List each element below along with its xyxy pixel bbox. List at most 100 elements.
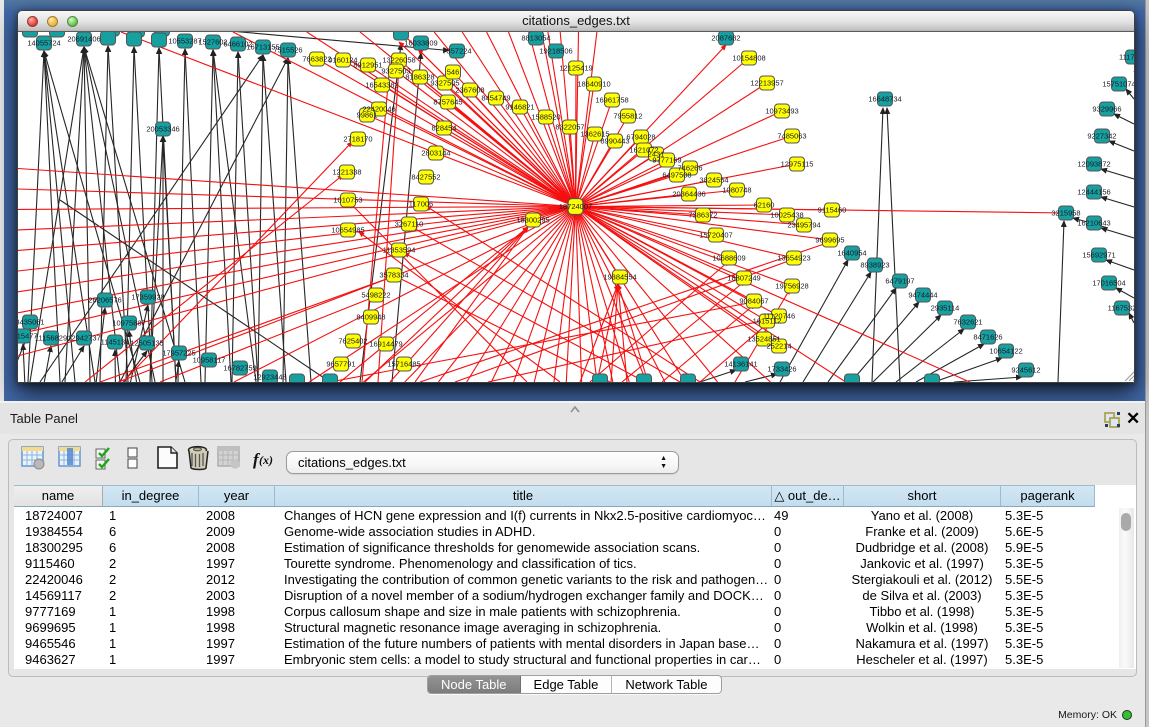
svg-text:9146821: 9146821 [505, 102, 534, 111]
svg-text:19756928: 19756928 [775, 281, 808, 290]
svg-text:13654923: 13654923 [777, 253, 810, 262]
svg-text:9084067: 9084067 [739, 296, 768, 305]
svg-text:12942737: 12942737 [67, 333, 100, 342]
svg-text:15751074: 15751074 [1102, 79, 1134, 88]
svg-text:10975887: 10975887 [112, 318, 145, 327]
svg-text:12213957: 12213957 [750, 78, 783, 87]
svg-text:19218506: 19218506 [539, 46, 572, 55]
svg-text:546: 546 [447, 67, 460, 76]
svg-text:99861: 99861 [357, 110, 378, 119]
svg-text:19384554: 19384554 [603, 272, 636, 281]
svg-text:7515526: 7515526 [273, 45, 302, 54]
svg-text:8409948: 8409948 [356, 312, 385, 321]
svg-text:14055724: 14055724 [27, 38, 60, 47]
svg-text:2718170: 2718170 [343, 134, 372, 143]
svg-text:3267110: 3267110 [395, 219, 424, 228]
svg-text:7955812: 7955812 [613, 111, 642, 120]
svg-text:12923448: 12923448 [253, 372, 286, 381]
svg-text:18640910: 18640910 [577, 79, 610, 88]
svg-text:252214: 252214 [766, 341, 791, 350]
svg-text:12444156: 12444156 [1077, 187, 1110, 196]
svg-text:6794028: 6794028 [626, 132, 655, 141]
svg-text:16782759: 16782759 [223, 363, 256, 372]
svg-text:10688609: 10688609 [712, 253, 745, 262]
svg-text:7386372: 7386372 [688, 210, 717, 219]
svg-text:7632621: 7632621 [953, 317, 982, 326]
svg-text:8471626: 8471626 [973, 332, 1002, 341]
svg-text:1167532: 1167532 [1108, 303, 1134, 312]
svg-text:7625402: 7625402 [338, 336, 367, 345]
svg-text:10654985: 10654985 [331, 225, 364, 234]
svg-text:17957225: 17957225 [162, 348, 195, 357]
svg-text:9227342: 9227342 [1087, 131, 1116, 140]
svg-text:9474444: 9474444 [908, 290, 937, 299]
svg-text:17016504: 17016504 [1092, 278, 1125, 287]
svg-text:15716485: 15716485 [387, 359, 420, 368]
svg-text:10553287: 10553287 [168, 36, 201, 45]
svg-text:8813054: 8813054 [521, 33, 550, 42]
svg-text:1080748: 1080748 [722, 185, 751, 194]
svg-text:17359928: 17359928 [131, 292, 164, 301]
svg-text:8435061: 8435061 [18, 317, 45, 326]
svg-text:1010753: 1010753 [333, 195, 362, 204]
svg-text:3578334: 3578334 [379, 270, 408, 279]
svg-text:1117312: 1117312 [1119, 52, 1134, 61]
svg-text:2367608: 2367608 [455, 85, 484, 94]
svg-text:9329966: 9329966 [1092, 104, 1121, 113]
svg-text:13226058: 13226058 [382, 55, 415, 64]
svg-text:18807249: 18807249 [727, 273, 760, 282]
svg-text:10958117: 10958117 [193, 355, 226, 364]
svg-text:7357224: 7357224 [442, 46, 471, 55]
svg-text:20053346: 20053346 [146, 124, 179, 133]
svg-text:1588520: 1588520 [531, 112, 560, 121]
svg-text:6497508: 6497508 [662, 170, 691, 179]
svg-text:16914479: 16914479 [369, 339, 402, 348]
svg-text:16210643: 16210643 [1077, 218, 1110, 227]
svg-text:(x): (x) [259, 453, 273, 467]
svg-text:1615112: 1615112 [753, 316, 782, 325]
svg-text:14136141: 14136141 [724, 359, 757, 368]
svg-text:10154808: 10154808 [732, 53, 765, 62]
svg-text:6479197: 6479197 [885, 276, 914, 285]
svg-text:12505135: 12505135 [130, 338, 163, 347]
svg-text:18300295: 18300295 [516, 215, 549, 224]
svg-text:2935114: 2935114 [931, 303, 960, 312]
svg-text:15692971: 15692971 [1082, 250, 1115, 259]
svg-text:1733426: 1733426 [767, 364, 796, 373]
svg-text:12125419: 12125419 [559, 63, 592, 72]
svg-text:9657791: 9657791 [326, 359, 355, 368]
svg-text:8454749: 8454749 [481, 93, 510, 102]
svg-text:3215958: 3215958 [1051, 208, 1080, 217]
svg-text:3824554: 3824554 [699, 175, 728, 184]
svg-text:10654122: 10654122 [989, 346, 1022, 355]
svg-text:9115460: 9115460 [818, 205, 847, 214]
svg-text:2087682: 2087682 [711, 33, 740, 42]
svg-text:26206576: 26206576 [88, 295, 121, 304]
svg-text:8938923: 8938923 [860, 260, 889, 269]
svg-text:8912951: 8912951 [353, 60, 382, 69]
svg-text:18724007: 18724007 [559, 202, 592, 211]
svg-text:10025438: 10025438 [770, 210, 803, 219]
svg-text:12975115: 12975115 [781, 159, 814, 168]
svg-text:16961758: 16961758 [595, 95, 628, 104]
svg-text:2803144: 2803144 [421, 148, 450, 157]
svg-text:16648734: 16648734 [868, 94, 901, 103]
svg-text:1145134: 1145134 [101, 337, 130, 346]
svg-text:5498222: 5498222 [361, 290, 390, 299]
svg-text:10973493: 10973493 [765, 106, 798, 115]
svg-text:9245612: 9245612 [1011, 365, 1040, 374]
svg-text:62160: 62160 [754, 200, 775, 209]
svg-text:8427552: 8427552 [411, 172, 440, 181]
svg-text:1221338: 1221338 [332, 167, 361, 176]
svg-text:117006: 117006 [409, 199, 433, 208]
svg-text:20364436: 20364436 [672, 189, 705, 198]
svg-text:7663822: 7663822 [302, 54, 331, 63]
svg-text:9699695: 9699695 [815, 235, 844, 244]
svg-text:20691406: 20691406 [67, 34, 100, 43]
svg-text:15720407: 15720407 [699, 230, 732, 239]
svg-text:8757645: 8757645 [433, 97, 462, 106]
svg-text:11353594: 11353594 [383, 245, 416, 254]
svg-text:828454: 828454 [431, 123, 456, 132]
svg-text:23495794: 23495794 [787, 220, 820, 229]
svg-text:7485063: 7485063 [777, 131, 806, 140]
